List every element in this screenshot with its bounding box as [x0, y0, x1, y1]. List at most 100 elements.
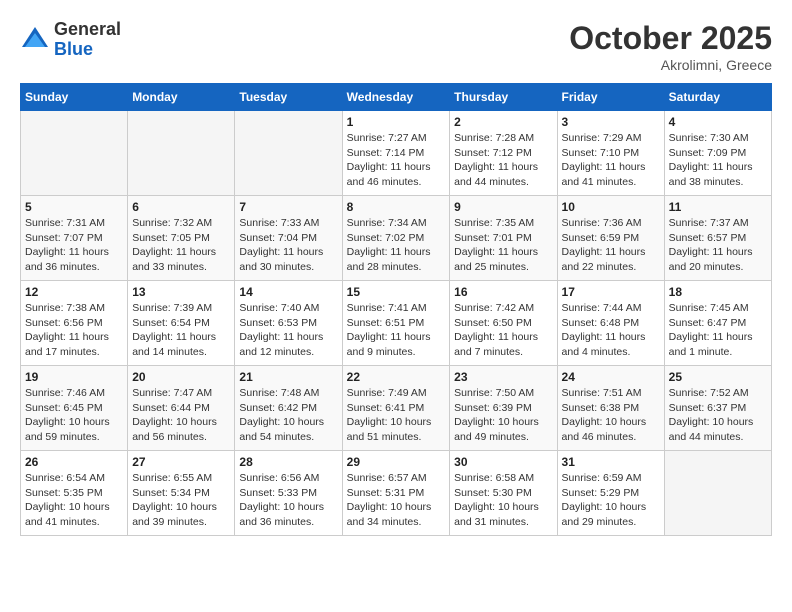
day-number: 3	[562, 115, 660, 129]
month-title: October 2025	[569, 20, 772, 57]
day-number: 8	[347, 200, 446, 214]
day-info: Sunrise: 7:39 AM Sunset: 6:54 PM Dayligh…	[132, 301, 230, 360]
day-cell: 6Sunrise: 7:32 AM Sunset: 7:05 PM Daylig…	[128, 196, 235, 281]
day-cell: 27 Sunrise: 6:55 AM Sunset: 5:34 PM Dayli…	[128, 451, 235, 536]
day-info: Sunrise: 7:28 AM Sunset: 7:12 PM Dayligh…	[454, 131, 552, 190]
day-info: Sunrise: 7:45 AM Sunset: 6:47 PM Dayligh…	[669, 301, 767, 360]
day-number: 6	[132, 200, 230, 214]
day-number: 18	[669, 285, 767, 299]
calendar-header-wednesday: Wednesday	[342, 84, 450, 111]
day-cell: 11 Sunrise: 7:37 AM Sunset: 6:57 PM Dayli…	[664, 196, 771, 281]
day-number: 21	[239, 370, 337, 384]
day-cell: 25 Sunrise: 7:52 AM Sunset: 6:37 PM Dayli…	[664, 366, 771, 451]
day-cell: 7Sunrise: 7:33 AM Sunset: 7:04 PM Daylig…	[235, 196, 342, 281]
day-info: Sunrise: 7:48 AM Sunset: 6:42 PM Dayligh…	[239, 386, 337, 445]
calendar-header-saturday: Saturday	[664, 84, 771, 111]
day-info: Sunrise: 7:27 AM Sunset: 7:14 PM Dayligh…	[347, 131, 446, 190]
day-info: Sunrise: 7:52 AM Sunset: 6:37 PM Dayligh…	[669, 386, 767, 445]
day-cell: 24 Sunrise: 7:51 AM Sunset: 6:38 PM Dayli…	[557, 366, 664, 451]
day-cell: 23 Sunrise: 7:50 AM Sunset: 6:39 PM Dayli…	[450, 366, 557, 451]
logo-general: General	[54, 20, 121, 40]
day-number: 23	[454, 370, 552, 384]
day-cell	[235, 111, 342, 196]
day-number: 5	[25, 200, 123, 214]
day-cell: 22Sunrise: 7:49 AM Sunset: 6:41 PM Dayli…	[342, 366, 450, 451]
day-cell	[128, 111, 235, 196]
day-info: Sunrise: 7:34 AM Sunset: 7:02 PM Dayligh…	[347, 216, 446, 275]
day-number: 30	[454, 455, 552, 469]
day-info: Sunrise: 7:44 AM Sunset: 6:48 PM Dayligh…	[562, 301, 660, 360]
logo-text: General Blue	[54, 20, 121, 60]
day-info: Sunrise: 7:37 AM Sunset: 6:57 PM Dayligh…	[669, 216, 767, 275]
day-cell: 2 Sunrise: 7:28 AM Sunset: 7:12 PM Daylig…	[450, 111, 557, 196]
day-number: 27	[132, 455, 230, 469]
calendar-header-row: SundayMondayTuesdayWednesdayThursdayFrid…	[21, 84, 772, 111]
day-number: 20	[132, 370, 230, 384]
day-number: 29	[347, 455, 446, 469]
day-cell: 15Sunrise: 7:41 AM Sunset: 6:51 PM Dayli…	[342, 281, 450, 366]
week-row-2: 5Sunrise: 7:31 AM Sunset: 7:07 PM Daylig…	[21, 196, 772, 281]
day-cell: 19Sunrise: 7:46 AM Sunset: 6:45 PM Dayli…	[21, 366, 128, 451]
day-info: Sunrise: 7:41 AM Sunset: 6:51 PM Dayligh…	[347, 301, 446, 360]
day-info: Sunrise: 7:49 AM Sunset: 6:41 PM Dayligh…	[347, 386, 446, 445]
day-number: 19	[25, 370, 123, 384]
title-block: October 2025 Akrolimni, Greece	[569, 20, 772, 73]
day-cell: 10Sunrise: 7:36 AM Sunset: 6:59 PM Dayli…	[557, 196, 664, 281]
day-number: 7	[239, 200, 337, 214]
day-number: 26	[25, 455, 123, 469]
day-number: 31	[562, 455, 660, 469]
calendar-header-sunday: Sunday	[21, 84, 128, 111]
day-cell: 18 Sunrise: 7:45 AM Sunset: 6:47 PM Dayli…	[664, 281, 771, 366]
day-info: Sunrise: 7:38 AM Sunset: 6:56 PM Dayligh…	[25, 301, 123, 360]
calendar: SundayMondayTuesdayWednesdayThursdayFrid…	[20, 83, 772, 536]
day-cell: 1 Sunrise: 7:27 AM Sunset: 7:14 PM Daylig…	[342, 111, 450, 196]
calendar-header-monday: Monday	[128, 84, 235, 111]
logo-icon	[20, 25, 50, 55]
day-number: 4	[669, 115, 767, 129]
week-row-3: 12 Sunrise: 7:38 AM Sunset: 6:56 PM Dayli…	[21, 281, 772, 366]
day-number: 24	[562, 370, 660, 384]
day-info: Sunrise: 7:35 AM Sunset: 7:01 PM Dayligh…	[454, 216, 552, 275]
logo: General Blue	[20, 20, 121, 60]
day-number: 14	[239, 285, 337, 299]
day-cell	[664, 451, 771, 536]
day-cell: 26 Sunrise: 6:54 AM Sunset: 5:35 PM Dayli…	[21, 451, 128, 536]
day-number: 2	[454, 115, 552, 129]
day-number: 12	[25, 285, 123, 299]
day-info: Sunrise: 7:51 AM Sunset: 6:38 PM Dayligh…	[562, 386, 660, 445]
day-info: Sunrise: 6:56 AM Sunset: 5:33 PM Dayligh…	[239, 471, 337, 530]
day-cell: 5Sunrise: 7:31 AM Sunset: 7:07 PM Daylig…	[21, 196, 128, 281]
calendar-header-thursday: Thursday	[450, 84, 557, 111]
day-cell: 29 Sunrise: 6:57 AM Sunset: 5:31 PM Dayli…	[342, 451, 450, 536]
day-info: Sunrise: 7:30 AM Sunset: 7:09 PM Dayligh…	[669, 131, 767, 190]
day-info: Sunrise: 6:55 AM Sunset: 5:34 PM Dayligh…	[132, 471, 230, 530]
day-number: 28	[239, 455, 337, 469]
day-cell: 9 Sunrise: 7:35 AM Sunset: 7:01 PM Daylig…	[450, 196, 557, 281]
day-number: 10	[562, 200, 660, 214]
day-cell: 14 Sunrise: 7:40 AM Sunset: 6:53 PM Dayli…	[235, 281, 342, 366]
page-header: General Blue October 2025 Akrolimni, Gre…	[20, 20, 772, 73]
location: Akrolimni, Greece	[569, 57, 772, 73]
day-number: 1	[347, 115, 446, 129]
day-number: 11	[669, 200, 767, 214]
day-cell: 20 Sunrise: 7:47 AM Sunset: 6:44 PM Dayli…	[128, 366, 235, 451]
day-number: 17	[562, 285, 660, 299]
day-info: Sunrise: 7:50 AM Sunset: 6:39 PM Dayligh…	[454, 386, 552, 445]
day-info: Sunrise: 7:42 AM Sunset: 6:50 PM Dayligh…	[454, 301, 552, 360]
day-cell: 30 Sunrise: 6:58 AM Sunset: 5:30 PM Dayli…	[450, 451, 557, 536]
day-cell: 31Sunrise: 6:59 AM Sunset: 5:29 PM Dayli…	[557, 451, 664, 536]
week-row-4: 19Sunrise: 7:46 AM Sunset: 6:45 PM Dayli…	[21, 366, 772, 451]
day-number: 25	[669, 370, 767, 384]
day-number: 9	[454, 200, 552, 214]
week-row-5: 26 Sunrise: 6:54 AM Sunset: 5:35 PM Dayli…	[21, 451, 772, 536]
day-info: Sunrise: 6:57 AM Sunset: 5:31 PM Dayligh…	[347, 471, 446, 530]
day-info: Sunrise: 6:58 AM Sunset: 5:30 PM Dayligh…	[454, 471, 552, 530]
day-number: 13	[132, 285, 230, 299]
day-cell: 21 Sunrise: 7:48 AM Sunset: 6:42 PM Dayli…	[235, 366, 342, 451]
day-info: Sunrise: 6:54 AM Sunset: 5:35 PM Dayligh…	[25, 471, 123, 530]
logo-blue: Blue	[54, 40, 121, 60]
day-info: Sunrise: 7:47 AM Sunset: 6:44 PM Dayligh…	[132, 386, 230, 445]
day-cell: 4 Sunrise: 7:30 AM Sunset: 7:09 PM Daylig…	[664, 111, 771, 196]
day-info: Sunrise: 7:40 AM Sunset: 6:53 PM Dayligh…	[239, 301, 337, 360]
day-cell: 17 Sunrise: 7:44 AM Sunset: 6:48 PM Dayli…	[557, 281, 664, 366]
